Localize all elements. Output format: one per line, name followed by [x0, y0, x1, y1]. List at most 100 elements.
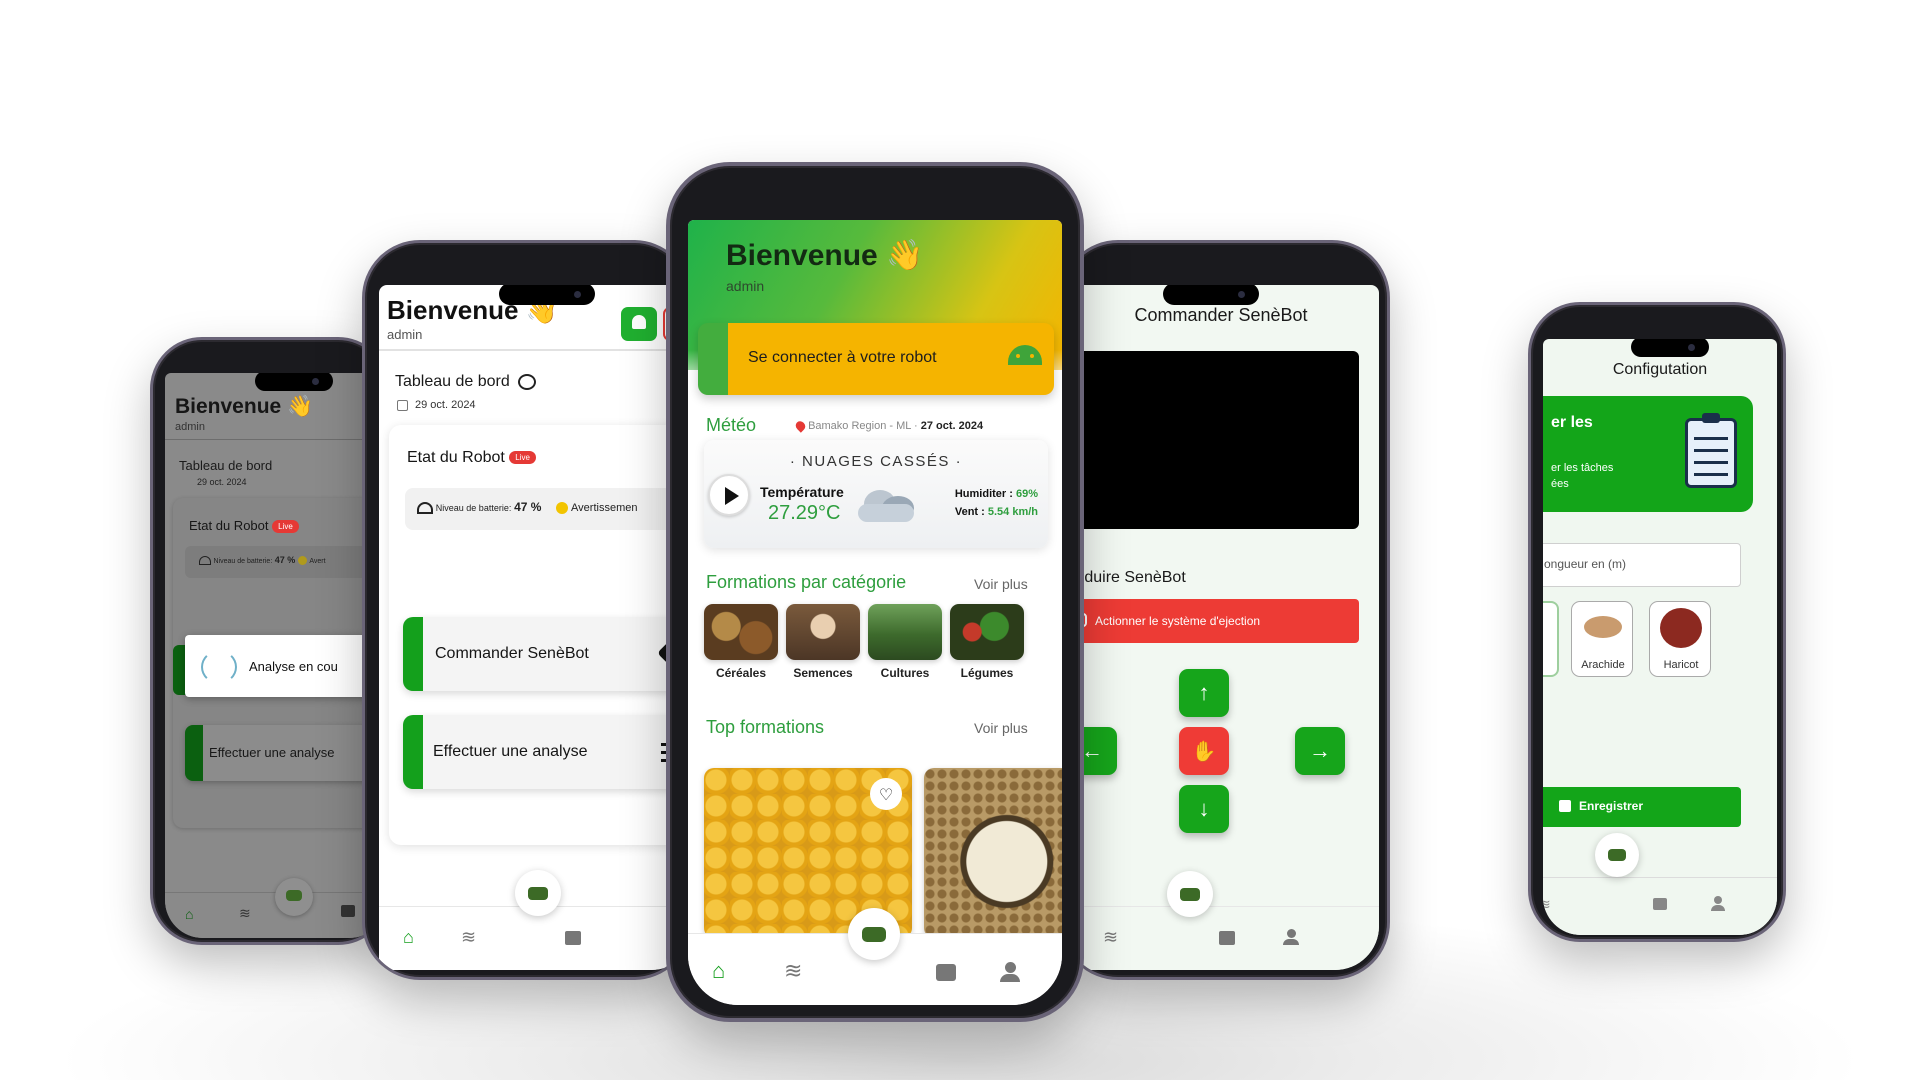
arrow-down-icon: ↓	[1198, 796, 1210, 821]
save-button[interactable]: Enregistrer	[1543, 787, 1741, 827]
welcome-heading: Bienvenue 👋	[175, 395, 314, 418]
welcome-heading: Bienvenue 👋	[726, 239, 924, 272]
layers-icon[interactable]: ≋	[461, 927, 476, 948]
layers-icon[interactable]: ≋	[1543, 896, 1551, 913]
layers-icon[interactable]: ≋	[239, 905, 251, 922]
notification-button[interactable]	[621, 307, 657, 341]
phone-configuration: Configutation er les er les tâches ées o…	[1528, 302, 1786, 942]
home-icon[interactable]: ⌂	[712, 958, 725, 984]
seed-card-haricot[interactable]: Haricot	[1649, 601, 1711, 677]
chat-icon[interactable]	[565, 931, 581, 945]
profile-icon[interactable]	[1000, 962, 1020, 982]
robot-fab[interactable]	[1167, 871, 1213, 917]
category-cultures-image[interactable]	[868, 604, 942, 660]
category-legumes-label: Légumes	[960, 666, 1014, 680]
stop-button[interactable]: ✋	[1179, 727, 1229, 775]
arrow-right-button[interactable]: →	[1295, 727, 1345, 775]
play-icon	[725, 487, 739, 505]
category-semences-label: Semences	[793, 666, 853, 680]
phone-robot-control: Commander SenèBot Conduire SenèBot Actio…	[1060, 240, 1390, 980]
battery-row: Niveau de batterie: 47 % Avertissemen	[405, 488, 689, 530]
robot-fab[interactable]	[515, 870, 561, 916]
phone-home: Bienvenue 👋 admin Se connecter à votre r…	[666, 162, 1084, 1022]
pin-icon	[793, 419, 808, 433]
loading-dialog: Analyse en cou	[185, 635, 387, 697]
dashboard-date: 29 oct. 2024	[197, 477, 247, 487]
save-icon	[1559, 800, 1571, 812]
home-icon[interactable]: ⌂	[185, 906, 193, 922]
chat-icon[interactable]	[1219, 931, 1235, 945]
layers-icon[interactable]: ≋	[784, 958, 802, 984]
robot-fab[interactable]	[275, 878, 313, 916]
robot-state-title: Etat du Robot Live	[189, 518, 299, 534]
category-legumes-image[interactable]	[950, 604, 1024, 660]
seed-card-partial[interactable]	[1543, 601, 1559, 677]
username: admin	[387, 327, 423, 342]
gauge-icon	[417, 502, 433, 515]
bell-icon	[632, 315, 646, 329]
category-cereales-label: Céréales	[715, 666, 767, 680]
temperature-value: 27.29°C	[768, 502, 841, 524]
video-feed	[1063, 351, 1359, 529]
voir-plus-link[interactable]: Voir plus	[974, 720, 1028, 736]
profile-icon[interactable]	[1711, 896, 1725, 911]
config-banner: er les er les tâches ées	[1543, 396, 1753, 512]
weather-desc: · NUAGES CASSÉS ·	[789, 453, 963, 470]
live-badge: Live	[272, 520, 299, 534]
stop-hand-icon: ✋	[1191, 740, 1217, 763]
live-badge: Live	[509, 451, 536, 465]
command-robot-button[interactable]: Commander SenèBot	[403, 617, 689, 691]
phone-dashboard: Bienvenue 👋 admin Tableau de bord 29 oct…	[362, 240, 692, 980]
dashboard-title: Tableau de bord	[395, 373, 537, 391]
top-formations-title: Top formations	[706, 717, 825, 737]
config-title: Configutation	[1612, 361, 1708, 378]
robot-fab[interactable]	[1595, 833, 1639, 877]
chat-icon[interactable]	[341, 905, 355, 917]
arrow-right-icon: →	[1309, 738, 1331, 763]
loading-text: Analyse en cou	[249, 659, 338, 674]
phone-dashboard-loading: Bienvenue 👋 admin Tableau de bord 29 oct…	[150, 337, 390, 945]
gauge-icon	[199, 556, 211, 566]
chat-icon[interactable]	[1653, 898, 1667, 910]
battery-row: Niveau de batterie: 47 % Avert	[185, 546, 385, 578]
android-icon	[1008, 345, 1042, 365]
length-input[interactable]: ongueur en (m)	[1543, 543, 1741, 587]
category-cereales-image[interactable]	[704, 604, 778, 660]
heart-icon: ♡	[878, 787, 894, 804]
analyse-button[interactable]: Effectuer une analyse	[185, 725, 387, 781]
dashboard-title: Tableau de bord	[179, 458, 273, 473]
arrow-left-icon: ←	[1081, 738, 1103, 763]
clipboard-icon	[1685, 413, 1737, 488]
arrow-down-button[interactable]: ↓	[1179, 785, 1229, 833]
username: admin	[175, 421, 205, 433]
voir-plus-link[interactable]: Voir plus	[974, 576, 1028, 592]
dashboard-date: 29 oct. 2024	[415, 399, 476, 411]
play-button[interactable]	[708, 474, 750, 516]
chat-icon[interactable]	[936, 964, 956, 981]
cloud-icon	[854, 484, 920, 524]
connect-robot-button[interactable]: Se connecter à votre robot	[698, 323, 1054, 395]
layers-icon[interactable]: ≋	[1103, 927, 1118, 948]
profile-icon[interactable]	[1283, 929, 1299, 945]
username: admin	[726, 278, 765, 294]
category-semences-image[interactable]	[786, 604, 860, 660]
robot-state-title: Etat du Robot Live	[407, 449, 536, 467]
calendar-icon	[397, 400, 408, 411]
robot-fab[interactable]	[848, 908, 900, 960]
top-formation-seeds-image[interactable]	[924, 768, 1062, 938]
eject-button[interactable]: Actionner le système d'ejection	[1063, 599, 1359, 643]
gauge-icon	[518, 373, 537, 390]
arrow-up-icon: ↑	[1198, 680, 1210, 705]
humidity-row: Humiditer : 69%	[954, 488, 1038, 500]
seed-card-arachide[interactable]: Arachide	[1571, 601, 1633, 677]
favorite-button[interactable]: ♡	[870, 778, 902, 810]
analyse-button[interactable]: Effectuer une analyse	[403, 715, 689, 789]
arrow-up-button[interactable]: ↑	[1179, 669, 1229, 717]
meteo-title: Météo	[706, 415, 757, 435]
home-icon[interactable]: ⌂	[403, 927, 414, 948]
wind-row: Vent : 5.54 km/h	[954, 506, 1038, 518]
weather-card: · NUAGES CASSÉS · Température 27.29°C Hu…	[704, 440, 1048, 548]
spinner-icon	[201, 650, 237, 684]
warning-dot-icon	[556, 502, 569, 515]
category-cultures-label: Cultures	[880, 666, 930, 680]
